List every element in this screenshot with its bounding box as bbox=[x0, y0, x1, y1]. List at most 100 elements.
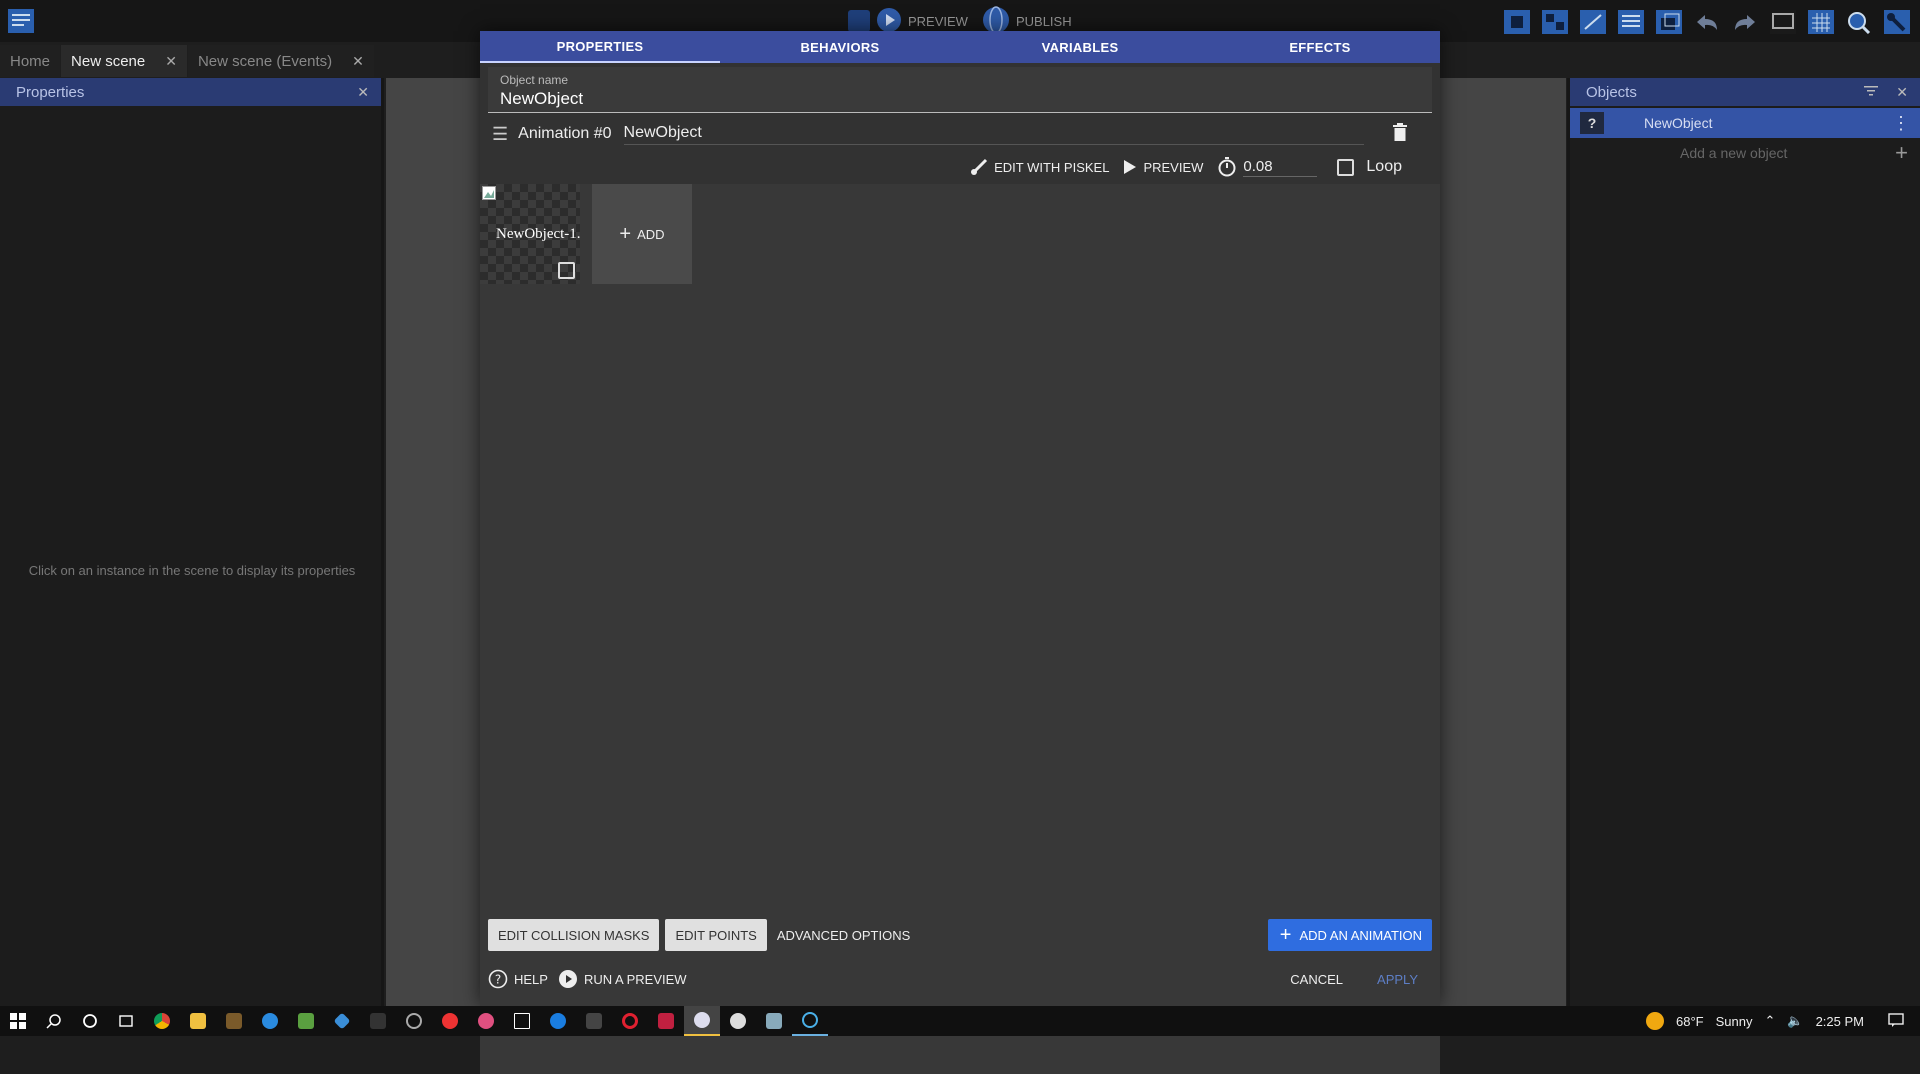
frame-select-checkbox[interactable] bbox=[558, 262, 575, 279]
properties-panel-header: Properties ✕ bbox=[0, 78, 381, 106]
loop-checkbox[interactable] bbox=[1337, 158, 1355, 176]
close-icon[interactable]: ✕ bbox=[1896, 84, 1908, 101]
plus-icon: + bbox=[619, 222, 632, 245]
tab-effects[interactable]: EFFECTS bbox=[1200, 31, 1440, 63]
advanced-options-button[interactable]: ADVANCED OPTIONS bbox=[773, 919, 914, 951]
edit-collision-masks-button[interactable]: EDIT COLLISION MASKS bbox=[488, 919, 660, 951]
loop-label: Loop bbox=[1366, 158, 1402, 175]
zoom-icon[interactable] bbox=[1844, 7, 1874, 37]
editor-tabs: Home New scene ✕ New scene (Events) ✕ bbox=[0, 45, 375, 77]
frame-filename: NewObject-1.p bbox=[496, 226, 580, 242]
tab-properties[interactable]: PROPERTIES bbox=[480, 31, 720, 63]
cancel-button[interactable]: CANCEL bbox=[1278, 972, 1355, 987]
animation-toolbar: EDIT WITH PISKEL PREVIEW 0.08 Loop bbox=[480, 151, 1440, 183]
app-play-icon[interactable] bbox=[576, 1006, 612, 1036]
edit-points-button[interactable]: EDIT POINTS bbox=[665, 919, 767, 951]
add-object-label: Add a new object bbox=[1680, 145, 1788, 161]
undo-icon[interactable] bbox=[1692, 7, 1722, 37]
objects-panel-icon[interactable] bbox=[1502, 7, 1532, 37]
sprite-frame[interactable]: NewObject-1.p bbox=[480, 184, 580, 284]
app-gear-icon[interactable] bbox=[396, 1006, 432, 1036]
grid-icon[interactable] bbox=[1806, 7, 1836, 37]
object-name-field[interactable]: Object name NewObject bbox=[488, 67, 1432, 113]
object-list-item[interactable]: ? NewObject ⋮ bbox=[1570, 108, 1920, 138]
app-blue-icon[interactable] bbox=[252, 1006, 288, 1036]
tab-variables[interactable]: VARIABLES bbox=[960, 31, 1200, 63]
redo-icon[interactable] bbox=[1730, 7, 1760, 37]
more-vertical-icon[interactable]: ⋮ bbox=[1892, 113, 1910, 134]
settings-wrench-icon[interactable] bbox=[1882, 7, 1912, 37]
publish-button[interactable]: PUBLISH bbox=[1016, 14, 1072, 29]
add-animation-button[interactable]: + ADD AN ANIMATION bbox=[1267, 919, 1432, 951]
properties-panel-icon[interactable] bbox=[1578, 7, 1608, 37]
menu-icon[interactable] bbox=[6, 6, 36, 36]
app-dark-icon[interactable] bbox=[360, 1006, 396, 1036]
animation-name-input[interactable]: NewObject bbox=[623, 124, 1364, 145]
play-circle-icon bbox=[558, 970, 577, 988]
app-td-icon[interactable] bbox=[504, 1006, 540, 1036]
steam-icon[interactable] bbox=[684, 1006, 720, 1036]
app-cube-icon[interactable] bbox=[288, 1006, 324, 1036]
app-window-icon[interactable] bbox=[756, 1006, 792, 1036]
add-object-row[interactable]: Add a new object + bbox=[1570, 138, 1920, 168]
preview-button[interactable]: PREVIEW bbox=[908, 14, 968, 29]
loop-toggle[interactable]: Loop bbox=[1337, 158, 1402, 176]
gdevelop-icon[interactable] bbox=[792, 1006, 828, 1036]
dialog-footer: ? HELP RUN A PREVIEW CANCEL APPLY bbox=[488, 963, 1432, 995]
layers-icon[interactable] bbox=[1654, 7, 1684, 37]
app-arrow-icon[interactable] bbox=[324, 1006, 360, 1036]
task-view-icon[interactable] bbox=[108, 1006, 144, 1036]
tab-new-scene[interactable]: New scene ✕ bbox=[61, 45, 187, 77]
instances-list-icon[interactable] bbox=[1616, 7, 1646, 37]
chevron-up-icon[interactable]: ⌃ bbox=[1764, 1013, 1775, 1029]
clock[interactable]: 2:25 PM bbox=[1816, 1014, 1864, 1029]
tab-home[interactable]: Home bbox=[0, 45, 61, 77]
svg-text:?: ? bbox=[495, 973, 501, 987]
edit-with-piskel-button[interactable]: EDIT WITH PISKEL bbox=[970, 158, 1109, 176]
close-icon[interactable]: ✕ bbox=[352, 53, 364, 70]
search-icon[interactable] bbox=[36, 1006, 72, 1036]
notifications-icon[interactable] bbox=[1888, 1012, 1904, 1031]
opera-icon[interactable] bbox=[612, 1006, 648, 1036]
filter-icon[interactable] bbox=[1864, 84, 1879, 101]
apply-button[interactable]: APPLY bbox=[1365, 972, 1432, 987]
weather-temp[interactable]: 68°F bbox=[1676, 1014, 1704, 1029]
debug-icon[interactable] bbox=[848, 10, 870, 32]
dialog-actions: EDIT COLLISION MASKS EDIT POINTS ADVANCE… bbox=[488, 919, 1432, 951]
file-explorer-icon[interactable] bbox=[180, 1006, 216, 1036]
plus-icon[interactable]: + bbox=[1895, 140, 1908, 166]
add-frame-button[interactable]: + ADD bbox=[592, 184, 692, 284]
dialog-tabs: PROPERTIES BEHAVIORS VARIABLES EFFECTS bbox=[480, 31, 1440, 63]
app-blue-circle-icon[interactable] bbox=[540, 1006, 576, 1036]
broken-image-icon bbox=[482, 186, 496, 200]
app-red-icon[interactable] bbox=[432, 1006, 468, 1036]
timer-input[interactable]: 0.08 bbox=[1243, 158, 1318, 177]
cortana-icon[interactable] bbox=[72, 1006, 108, 1036]
tab-behaviors[interactable]: BEHAVIORS bbox=[720, 31, 960, 63]
chrome-icon[interactable] bbox=[144, 1006, 180, 1036]
app-pink-icon[interactable] bbox=[468, 1006, 504, 1036]
window-mask-icon[interactable] bbox=[1768, 7, 1798, 37]
objects-panel-title: Objects bbox=[1586, 83, 1637, 101]
help-button[interactable]: ? HELP bbox=[488, 969, 548, 989]
app-v-icon[interactable] bbox=[648, 1006, 684, 1036]
objects-panel-header: Objects ✕ bbox=[1570, 78, 1920, 106]
animation-preview-button[interactable]: PREVIEW bbox=[1123, 159, 1203, 175]
tab-new-scene-events[interactable]: New scene (Events) ✕ bbox=[187, 45, 374, 77]
object-name-input[interactable]: NewObject bbox=[500, 89, 1420, 109]
close-icon[interactable]: ✕ bbox=[165, 53, 177, 70]
system-tray: 68°F Sunny ⌃ 🔈 2:25 PM bbox=[1646, 1012, 1920, 1031]
object-name-label: Object name bbox=[500, 73, 569, 87]
volume-icon[interactable]: 🔈 bbox=[1787, 1013, 1803, 1029]
sun-icon bbox=[1646, 1012, 1664, 1030]
weather-desc[interactable]: Sunny bbox=[1716, 1014, 1753, 1029]
close-icon[interactable]: ✕ bbox=[357, 84, 369, 101]
minecraft-icon[interactable] bbox=[216, 1006, 252, 1036]
app-skull-icon[interactable] bbox=[720, 1006, 756, 1036]
object-groups-icon[interactable] bbox=[1540, 7, 1570, 37]
run-preview-button[interactable]: RUN A PREVIEW bbox=[558, 969, 687, 989]
properties-panel: Properties ✕ Click on an instance in the… bbox=[0, 78, 384, 1006]
windows-start-icon[interactable] bbox=[0, 1006, 36, 1036]
delete-animation-icon[interactable] bbox=[1392, 123, 1408, 146]
drag-handle-icon[interactable]: ☰ bbox=[492, 124, 508, 145]
